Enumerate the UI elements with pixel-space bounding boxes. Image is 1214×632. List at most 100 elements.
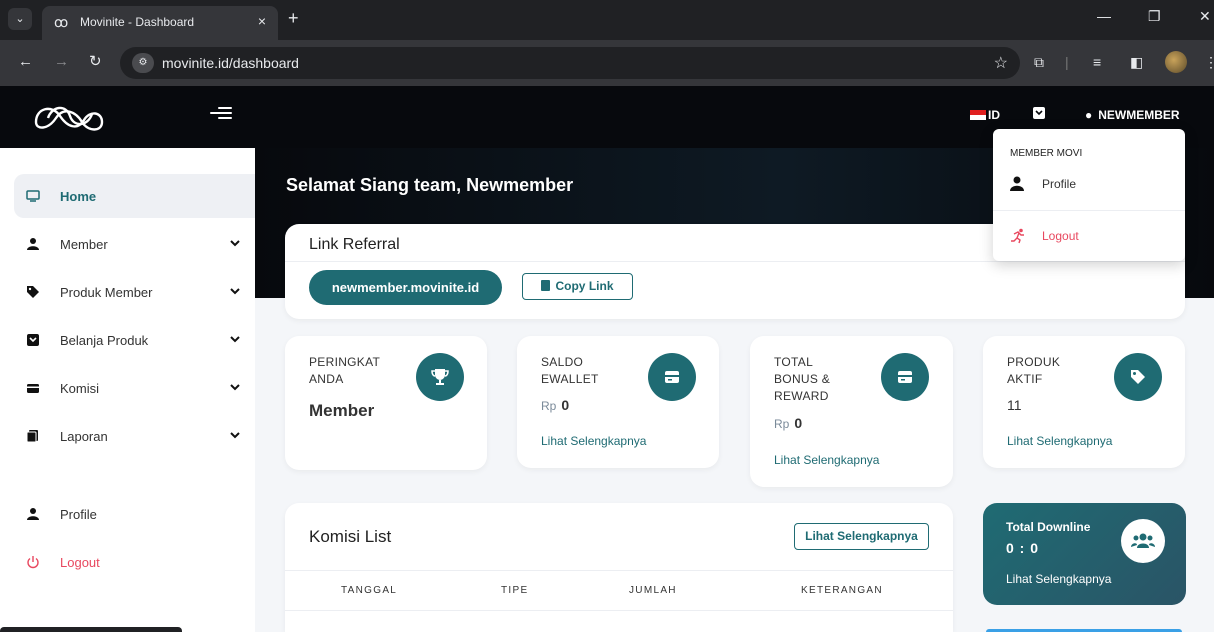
user-icon xyxy=(26,237,40,251)
total-downline-card: Total Downline 0 : 0 Lihat Selengkapnya xyxy=(983,503,1186,605)
tag-icon xyxy=(26,285,40,299)
movinite-logo[interactable] xyxy=(30,96,110,136)
stat-label-line: PERINGKAT xyxy=(309,355,381,369)
language-code: ID xyxy=(988,108,1000,122)
new-tab-button[interactable]: + xyxy=(288,9,299,27)
chevron-down-icon xyxy=(230,336,240,343)
dropdown-item-label: Profile xyxy=(1042,176,1077,191)
lihat-selengkapnya-link[interactable]: Lihat Selengkapnya xyxy=(541,434,646,448)
stat-amount: 0 xyxy=(561,397,570,413)
sidebar-item-label: Home xyxy=(60,188,97,204)
side-panel-icon[interactable]: ◧ xyxy=(1130,54,1143,70)
stat-value: 11 xyxy=(1007,397,1022,413)
extensions-icon[interactable]: ⧉ xyxy=(1034,54,1044,70)
card-icon xyxy=(26,381,40,395)
tab-close-button[interactable]: × xyxy=(258,13,266,29)
page-greeting: Selamat Siang team, Newmember xyxy=(286,175,573,196)
komisi-more-button[interactable]: Lihat Selengkapnya xyxy=(794,523,929,550)
stat-label-line: PRODUK xyxy=(1007,355,1061,369)
wallet-icon xyxy=(648,353,696,401)
sidebar-item-home[interactable]: Home xyxy=(14,174,255,218)
lihat-selengkapnya-link[interactable]: Lihat Selengkapnya xyxy=(1007,434,1112,448)
sidebar-item-label: Logout xyxy=(60,554,100,570)
stat-label-line: ANDA xyxy=(309,372,344,386)
stat-label: PERINGKAT ANDA xyxy=(309,354,380,388)
reading-list-icon[interactable]: ≡ xyxy=(1093,54,1101,70)
forward-icon[interactable]: → xyxy=(54,54,69,70)
url-text[interactable]: movinite.id/dashboard xyxy=(162,55,299,71)
stat-card-produk-aktif: PRODUK AKTIF 11 Lihat Selengkapnya xyxy=(983,336,1185,468)
user-menu-button[interactable]: ● NEWMEMBER xyxy=(1085,108,1180,122)
dropdown-item-logout[interactable]: Logout xyxy=(1010,228,1079,244)
currency-label: Rp xyxy=(774,417,790,431)
site-info-icon[interactable]: ⚙ xyxy=(132,53,154,73)
close-window-icon[interactable]: ✕ xyxy=(1199,8,1211,25)
tab-search-button[interactable]: ⌄ xyxy=(8,8,32,30)
stat-amount: 0 xyxy=(794,415,803,431)
sidebar-item-label: Member xyxy=(60,236,108,252)
status-tooltip xyxy=(0,627,182,632)
language-selector[interactable]: ID xyxy=(970,108,1000,122)
copy-link-label: Copy Link xyxy=(555,279,614,293)
user-dropdown-menu: MEMBER MOVI Profile Logout xyxy=(993,129,1185,261)
referral-link-button[interactable]: newmember.movinite.id xyxy=(309,270,502,305)
reload-icon[interactable]: ↻ xyxy=(89,54,102,70)
lihat-selengkapnya-link[interactable]: Lihat Selengkapnya xyxy=(1006,572,1111,586)
minimize-icon[interactable]: — xyxy=(1097,8,1111,24)
report-icon xyxy=(26,429,40,443)
sidebar-item-belanja-produk[interactable]: Belanja Produk xyxy=(14,318,255,362)
power-icon xyxy=(26,555,40,569)
stat-card-total-bonus: TOTAL BONUS & REWARD Rp 0 Lihat Selengkap… xyxy=(750,336,953,487)
browser-profile-avatar[interactable] xyxy=(1165,51,1187,73)
lihat-selengkapnya-link[interactable]: Lihat Selengkapnya xyxy=(774,453,879,467)
downline-title: Total Downline xyxy=(1006,520,1091,534)
column-header-tanggal[interactable]: TANGGAL xyxy=(341,585,397,596)
downline-value: 0 : 0 xyxy=(1006,540,1040,556)
bookmark-star-icon[interactable]: ☆ xyxy=(994,53,1008,73)
stat-label-line: SALDO xyxy=(541,355,584,369)
back-icon[interactable]: ← xyxy=(18,54,33,70)
sidebar-item-label: Laporan xyxy=(60,428,108,444)
sidebar-item-produk-member[interactable]: Produk Member xyxy=(14,270,255,314)
sidebar-toggle-icon[interactable] xyxy=(210,104,232,124)
sidebar-item-label: Komisi xyxy=(60,380,100,396)
currency-label: Rp xyxy=(541,399,557,413)
sidebar-item-label: Produk Member xyxy=(60,284,153,300)
sidebar-item-profile[interactable]: Profile xyxy=(14,492,255,536)
stat-label-line: BONUS & xyxy=(774,372,831,386)
dropdown-item-label: Logout xyxy=(1042,229,1079,243)
column-header-tipe[interactable]: TIPE xyxy=(501,585,528,596)
stat-label-line: EWALLET xyxy=(541,372,599,386)
sidebar-item-logout[interactable]: Logout xyxy=(14,540,255,584)
user-icon: ● xyxy=(1085,108,1093,122)
komisi-list-title: Komisi List xyxy=(309,527,392,546)
user-icon xyxy=(26,507,40,521)
copy-link-button[interactable]: Copy Link xyxy=(522,273,633,300)
column-header-keterangan[interactable]: KETERANGAN xyxy=(801,585,883,596)
monitor-icon xyxy=(26,189,40,203)
trophy-icon xyxy=(416,353,464,401)
cart-icon xyxy=(26,333,40,347)
shopping-cart-icon[interactable] xyxy=(1032,106,1046,120)
tag-icon xyxy=(1114,353,1162,401)
dropdown-item-profile[interactable]: Profile xyxy=(1010,176,1076,191)
browser-menu-icon[interactable]: ⋮ xyxy=(1204,54,1214,70)
stat-label: PRODUK AKTIF xyxy=(1007,354,1060,388)
sidebar-item-member[interactable]: Member xyxy=(14,222,255,266)
chevron-down-icon xyxy=(230,432,240,439)
restore-icon[interactable]: ❐ xyxy=(1148,8,1161,25)
chevron-down-icon xyxy=(230,288,240,295)
divider xyxy=(285,261,1185,262)
stat-card-peringkat: PERINGKAT ANDA Member xyxy=(285,336,487,470)
sidebar-item-label: Belanja Produk xyxy=(60,332,149,348)
toolbar-separator: | xyxy=(1065,54,1069,70)
wallet-icon xyxy=(881,353,929,401)
column-header-jumlah[interactable]: JUMLAH xyxy=(629,585,677,596)
sidebar: Home Member Produk Member Belanja Produk… xyxy=(0,148,255,632)
sidebar-item-komisi[interactable]: Komisi xyxy=(14,366,255,410)
browser-tab[interactable]: ꝏ Movinite - Dashboard × xyxy=(42,6,278,40)
divider xyxy=(285,610,953,611)
greeting-prefix: Selamat Siang team, xyxy=(286,175,467,195)
address-bar[interactable]: ⚙ movinite.id/dashboard ☆ xyxy=(120,47,1020,79)
sidebar-item-laporan[interactable]: Laporan xyxy=(14,414,255,458)
